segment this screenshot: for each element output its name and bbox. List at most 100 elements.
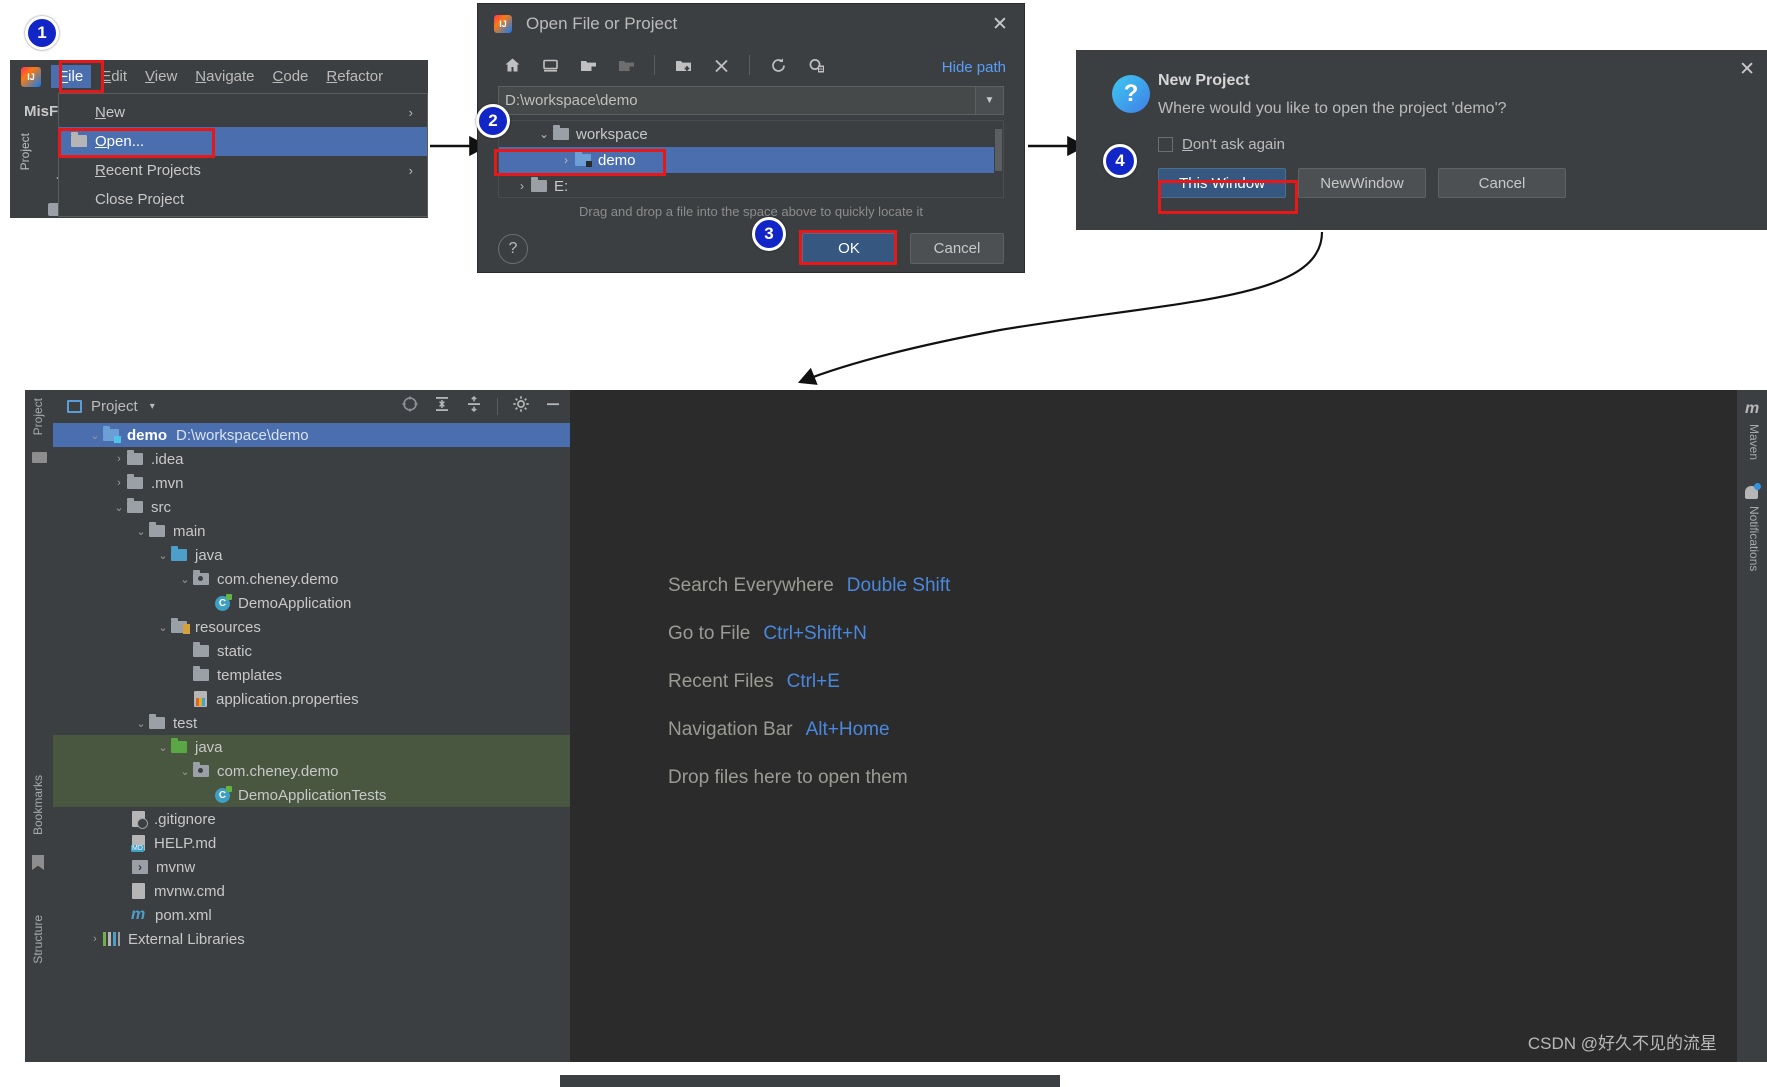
tree-row-mvnw[interactable]: mvnw: [53, 855, 570, 879]
chevron-right-icon[interactable]: ›: [557, 153, 575, 167]
chevron-down-icon[interactable]: ⌄: [155, 741, 171, 754]
ok-button[interactable]: OK: [802, 233, 896, 264]
tree-row-label: .idea: [151, 450, 184, 468]
tree-row-mvnw-cmd[interactable]: mvnw.cmd: [53, 879, 570, 903]
project-file-tree[interactable]: ⌄ demo D:\workspace\demo › .idea › .mvn: [53, 423, 570, 1062]
menu-view[interactable]: View: [137, 65, 185, 88]
shortcut-label: Go to File: [668, 623, 751, 644]
new-project-dialog[interactable]: ✕ ? New Project Where would you like to …: [1076, 50, 1767, 230]
menu-item-close-project[interactable]: Close Project: [59, 185, 427, 214]
expand-all-icon[interactable]: [433, 395, 451, 418]
tree-row-drive-e[interactable]: › E:: [499, 173, 1003, 197]
tree-row-main[interactable]: ⌄ main: [53, 519, 570, 543]
chevron-down-icon[interactable]: ⌄: [155, 549, 171, 562]
chevron-down-icon[interactable]: ▾: [150, 401, 155, 412]
left-tool-strip: Project Bookmarks Structure: [25, 390, 53, 1062]
chevron-down-icon[interactable]: ⌄: [155, 621, 171, 634]
chevron-down-icon[interactable]: ⌄: [177, 765, 193, 778]
close-icon[interactable]: ✕: [990, 14, 1010, 35]
tree-row-test[interactable]: ⌄ test: [53, 711, 570, 735]
tree-row-gitignore[interactable]: .gitignore: [53, 807, 570, 831]
file-dropdown-menu[interactable]: New › Open... Recent Projects › Close Pr…: [58, 93, 428, 217]
hide-icon[interactable]: [544, 395, 562, 418]
close-icon[interactable]: ✕: [1739, 58, 1755, 81]
tool-button-project[interactable]: Project: [31, 398, 45, 435]
menu-navigate[interactable]: Navigate: [187, 65, 262, 88]
chevron-down-icon[interactable]: ▼: [975, 87, 1003, 114]
tool-button-bookmarks[interactable]: Bookmarks: [31, 775, 45, 835]
delete-icon[interactable]: [709, 53, 733, 77]
tree-scrollbar[interactable]: [994, 121, 1003, 197]
chevron-down-icon[interactable]: ⌄: [111, 501, 127, 514]
cancel-button[interactable]: Cancel: [910, 233, 1004, 264]
cancel-button[interactable]: Cancel: [1438, 168, 1566, 198]
tree-row-demo-application-tests[interactable]: DemoApplicationTests: [53, 783, 570, 807]
tool-button-structure[interactable]: Structure: [31, 915, 45, 964]
tree-row-demo[interactable]: › demo: [499, 147, 1003, 173]
chevron-right-icon[interactable]: ›: [111, 477, 127, 489]
tree-row-resources[interactable]: ⌄ resources: [53, 615, 570, 639]
tree-row-test-package[interactable]: ⌄ com.cheney.demo: [53, 759, 570, 783]
tree-row-templates[interactable]: templates: [53, 663, 570, 687]
toolbar-separator: [749, 55, 750, 75]
tree-row-main-package[interactable]: ⌄ com.cheney.demo: [53, 567, 570, 591]
menu-edit[interactable]: Edit: [93, 65, 135, 88]
new-folder-icon[interactable]: [671, 53, 695, 77]
file-tree[interactable]: ⌄ workspace › demo › E:: [498, 120, 1004, 198]
chevron-down-icon[interactable]: ⌄: [133, 525, 149, 538]
tree-row-demo-application[interactable]: DemoApplication: [53, 591, 570, 615]
menu-item-new[interactable]: New ›: [59, 98, 427, 127]
help-button[interactable]: ?: [498, 233, 528, 264]
chevron-down-icon[interactable]: ⌄: [133, 717, 149, 730]
chevron-right-icon[interactable]: ›: [87, 933, 103, 945]
path-input[interactable]: [499, 91, 975, 110]
tree-row-label: mvnw.cmd: [154, 882, 225, 900]
tool-button-maven[interactable]: Maven: [1747, 424, 1761, 460]
dont-ask-again-checkbox[interactable]: [1158, 137, 1173, 152]
menu-item-open[interactable]: Open...: [59, 127, 427, 156]
tool-button-project-label[interactable]: Project: [18, 133, 32, 170]
tree-row-application-properties[interactable]: application.properties: [53, 687, 570, 711]
select-opened-file-icon[interactable]: [401, 395, 419, 418]
tree-row-mvn[interactable]: › .mvn: [53, 471, 570, 495]
show-hidden-icon[interactable]: [804, 53, 828, 77]
tree-row-static[interactable]: static: [53, 639, 570, 663]
this-window-button[interactable]: This Window: [1158, 168, 1286, 198]
editor-empty-area[interactable]: Search Everywhere Double Shift Go to Fil…: [570, 390, 1737, 1062]
menu-file[interactable]: File: [51, 65, 92, 88]
settings-gear-icon[interactable]: [512, 395, 530, 418]
menu-code[interactable]: Code: [265, 65, 317, 88]
tree-row-demo[interactable]: ⌄ demo D:\workspace\demo: [53, 423, 570, 447]
chevron-down-icon[interactable]: ⌄: [535, 127, 553, 141]
new-window-button[interactable]: New Window: [1298, 168, 1426, 198]
folder-icon: [32, 452, 47, 463]
tree-row-workspace[interactable]: ⌄ workspace: [499, 121, 1003, 147]
chevron-down-icon[interactable]: ⌄: [177, 573, 193, 586]
tree-row-pom-xml[interactable]: m pom.xml: [53, 903, 570, 927]
tree-row-external-libraries[interactable]: › External Libraries: [53, 927, 570, 951]
path-field-wrapper[interactable]: ▼: [498, 86, 1004, 115]
tree-row-help-md[interactable]: HELP.md: [53, 831, 570, 855]
tree-row-main-java[interactable]: ⌄ java: [53, 543, 570, 567]
tree-row-idea[interactable]: › .idea: [53, 447, 570, 471]
dont-ask-again-row[interactable]: Don't ask again: [1158, 136, 1285, 153]
menu-refactor[interactable]: Refactor: [318, 65, 391, 88]
tree-row-test-java[interactable]: ⌄ java: [53, 735, 570, 759]
chevron-right-icon[interactable]: ›: [513, 179, 531, 193]
module-folder-icon: [614, 53, 638, 77]
tool-button-notifications[interactable]: Notifications: [1747, 506, 1761, 571]
intellij-idea-logo-icon: [21, 66, 41, 87]
collapse-all-icon[interactable]: [465, 395, 483, 418]
refresh-icon[interactable]: [766, 53, 790, 77]
tree-row-src[interactable]: ⌄ src: [53, 495, 570, 519]
shortcut-key: Double Shift: [846, 575, 951, 596]
chevron-right-icon[interactable]: ›: [111, 453, 127, 465]
hide-path-link[interactable]: Hide path: [942, 59, 1006, 76]
project-folder-icon[interactable]: [576, 53, 600, 77]
desktop-icon[interactable]: [538, 53, 562, 77]
shell-file-icon: [132, 860, 148, 874]
chevron-down-icon[interactable]: ⌄: [87, 429, 103, 442]
menu-item-recent-projects[interactable]: Recent Projects ›: [59, 156, 427, 185]
open-file-or-project-dialog[interactable]: Open File or Project ✕: [477, 3, 1025, 273]
home-icon[interactable]: [500, 53, 524, 77]
